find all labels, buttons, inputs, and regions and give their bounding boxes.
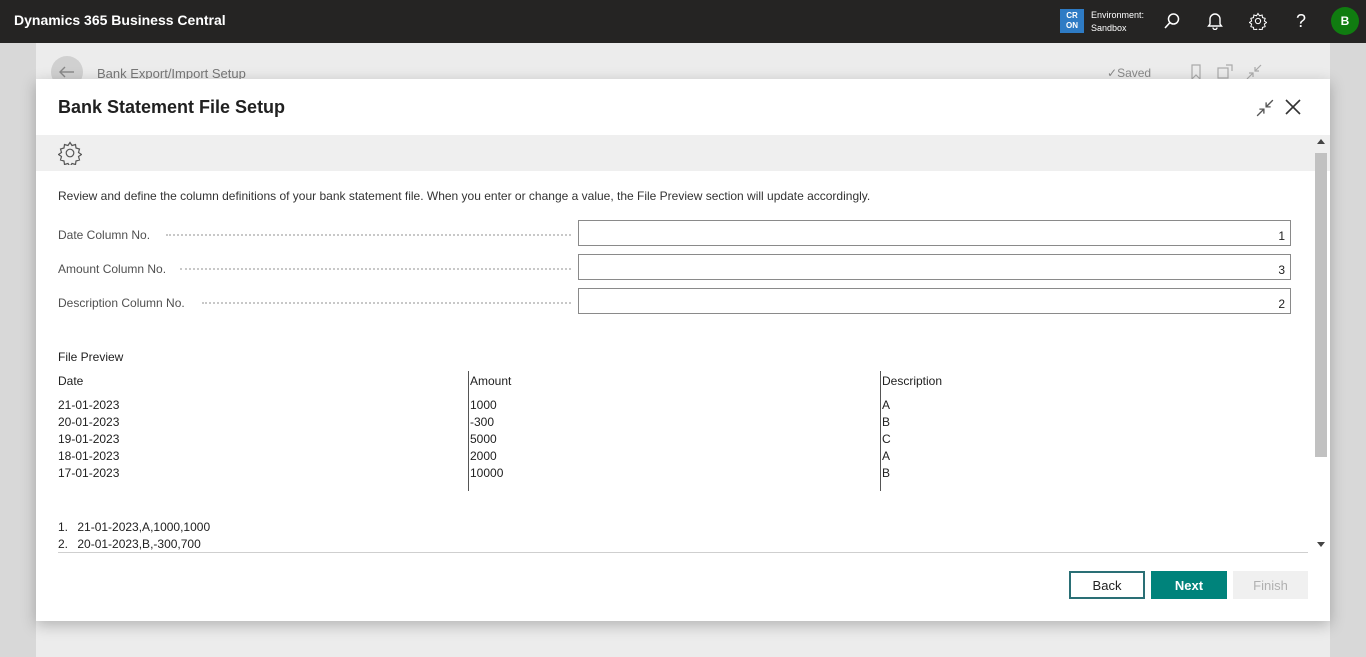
- preview-column-amount: Amount 1000 -300 5000 2000 10000: [470, 371, 870, 482]
- top-bar: Dynamics 365 Business Central CR ON Envi…: [0, 0, 1366, 43]
- saved-status: ✓Saved: [1107, 66, 1151, 80]
- preview-column-description: Description A B C A B: [882, 371, 1282, 482]
- finish-button[interactable]: Finish: [1233, 571, 1308, 599]
- preview-cell: 20-01-2023: [58, 415, 120, 429]
- env-badge-line2: ON: [1066, 21, 1078, 30]
- preview-cell: 1000: [470, 398, 497, 412]
- column-header-date: Date: [58, 374, 84, 388]
- back-button[interactable]: Back: [1069, 571, 1145, 599]
- preview-cell: C: [882, 432, 891, 446]
- help-icon[interactable]: ?: [1291, 11, 1311, 31]
- preview-cell: 17-01-2023: [58, 466, 120, 480]
- env-label-line2: Sandbox: [1091, 23, 1127, 33]
- scrollbar-thumb[interactable]: [1315, 153, 1327, 457]
- field-leader: [202, 302, 571, 304]
- amount-column-input[interactable]: [578, 254, 1291, 280]
- file-preview-title: File Preview: [58, 350, 124, 364]
- list-item: 1. 21-01-2023,A,1000,1000: [58, 519, 210, 536]
- content-divider: [58, 552, 1308, 553]
- bank-statement-file-setup-dialog: Bank Statement File Setup Review and def…: [36, 79, 1330, 621]
- intro-text: Review and define the column definitions…: [58, 189, 871, 203]
- collapse-icon: [1246, 64, 1262, 80]
- scroll-down-arrow-icon[interactable]: [1317, 542, 1325, 547]
- scroll-up-arrow-icon[interactable]: [1317, 139, 1325, 144]
- preview-cell: 10000: [470, 466, 504, 480]
- field-leader: [180, 268, 571, 270]
- preview-cell: 5000: [470, 432, 497, 446]
- list-item: 2. 20-01-2023,B,-300,700: [58, 536, 210, 553]
- preview-cell: B: [882, 415, 891, 429]
- date-values: 21-01-2023 20-01-2023 19-01-2023 18-01-2…: [58, 397, 458, 482]
- preview-cell: 18-01-2023: [58, 449, 120, 463]
- column-header-description: Description: [882, 374, 943, 388]
- description-values: A B C A B: [882, 397, 1282, 482]
- dialog-content: Review and define the column definitions…: [36, 171, 1313, 553]
- search-icon[interactable]: [1162, 11, 1182, 31]
- environment-label[interactable]: Environment: Sandbox: [1091, 9, 1144, 35]
- gear-icon[interactable]: [57, 141, 83, 168]
- preview-cell: -300: [470, 415, 495, 429]
- column-separator: [468, 371, 469, 491]
- close-icon[interactable]: [1284, 98, 1304, 118]
- checkmark-icon: ✓: [1107, 66, 1118, 80]
- preview-cell: B: [882, 466, 891, 480]
- open-in-new-window-icon: [1217, 64, 1233, 80]
- amount-values: 1000 -300 5000 2000 10000: [470, 397, 870, 482]
- bell-icon[interactable]: [1205, 11, 1225, 31]
- date-column-label: Date Column No.: [58, 228, 151, 242]
- avatar[interactable]: B: [1331, 7, 1359, 35]
- amount-column-label: Amount Column No.: [58, 262, 167, 276]
- date-column-input[interactable]: [578, 220, 1291, 246]
- env-label-line1: Environment:: [1091, 10, 1145, 20]
- description-column-label: Description Column No.: [58, 296, 185, 310]
- preview-cell: A: [882, 398, 891, 412]
- line-text: 20-01-2023,B,-300,700: [77, 537, 201, 551]
- env-badge-line1: CR: [1066, 11, 1078, 20]
- saved-status-label: Saved: [1117, 66, 1152, 80]
- preview-cell: 19-01-2023: [58, 432, 120, 446]
- app-title[interactable]: Dynamics 365 Business Central: [14, 12, 226, 28]
- description-column-input[interactable]: [578, 288, 1291, 314]
- field-leader: [166, 234, 571, 236]
- vertical-scrollbar[interactable]: [1313, 137, 1330, 551]
- preview-cell: 2000: [470, 449, 497, 463]
- raw-file-lines: 1. 21-01-2023,A,1000,1000 2. 20-01-2023,…: [58, 519, 210, 553]
- environment-badge[interactable]: CR ON: [1060, 9, 1084, 33]
- dialog-title: Bank Statement File Setup: [58, 97, 286, 117]
- collapse-icon[interactable]: [1256, 99, 1274, 117]
- column-header-amount: Amount: [470, 374, 512, 388]
- bookmark-icon: [1189, 64, 1205, 81]
- preview-cell: A: [882, 449, 891, 463]
- next-button[interactable]: Next: [1151, 571, 1227, 599]
- column-separator: [880, 371, 881, 491]
- gear-icon[interactable]: [1248, 11, 1268, 31]
- line-number: 1.: [58, 520, 69, 534]
- line-text: 21-01-2023,A,1000,1000: [77, 520, 211, 534]
- preview-cell: 21-01-2023: [58, 398, 120, 412]
- line-number: 2.: [58, 537, 69, 551]
- action-bar: [36, 135, 1330, 171]
- preview-column-date: Date 21-01-2023 20-01-2023 19-01-2023 18…: [58, 371, 458, 482]
